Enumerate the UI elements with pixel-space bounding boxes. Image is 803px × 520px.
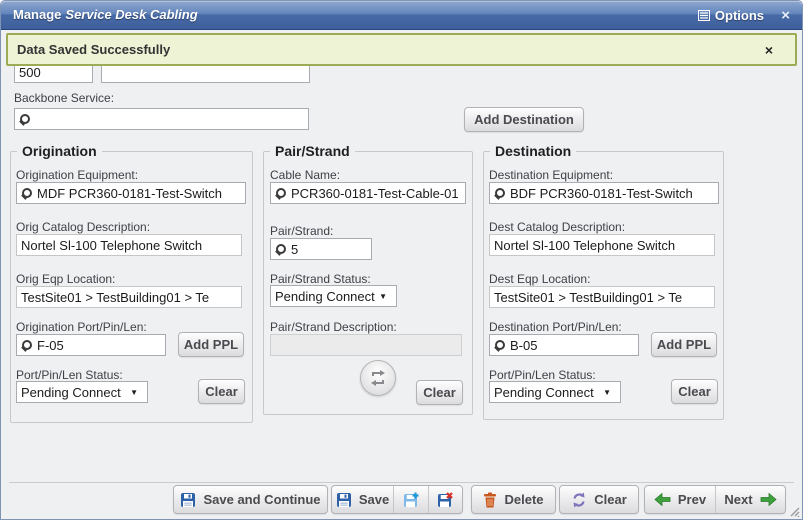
- backbone-service-input[interactable]: [14, 108, 309, 130]
- options-list-icon: [698, 10, 710, 21]
- swap-icon: [369, 369, 387, 387]
- save-button-group: Save: [331, 485, 463, 514]
- destination-equipment-input[interactable]: BDF PCR360-0181-Test-Switch: [489, 182, 719, 204]
- pair-strand-status-dropdown[interactable]: Pending Connect ▼: [270, 285, 397, 307]
- dest-ppl-status-label: Port/Pin/Len Status:: [489, 368, 596, 382]
- dest-catalog-description-field: Nortel Sl-100 Telephone Switch: [489, 234, 715, 256]
- options-button[interactable]: Options: [698, 1, 764, 29]
- pair-strand-status-label: Pair/Strand Status:: [270, 272, 371, 286]
- pair-strand-description-input: [270, 334, 462, 356]
- origination-equipment-input[interactable]: MDF PCR360-0181-Test-Switch: [16, 182, 246, 204]
- cable-name-label: Cable Name:: [270, 168, 340, 182]
- pair-strand-input[interactable]: 5: [270, 238, 372, 260]
- dest-ppl-status-dropdown[interactable]: Pending Connect ▼: [489, 381, 621, 403]
- origination-ppl-label: Origination Port/Pin/Len:: [16, 320, 147, 334]
- search-icon: [19, 114, 30, 125]
- next-arrow-icon: [760, 493, 777, 506]
- title-bar: ManageService Desk Cabling Options ×: [1, 1, 802, 30]
- pair-strand-description-label: Pair/Strand Description:: [270, 320, 397, 334]
- chevron-down-icon: ▼: [130, 388, 138, 397]
- origination-equipment-label: Origination Equipment:: [16, 168, 138, 182]
- save-close-icon: [437, 492, 453, 508]
- save-and-continue-button[interactable]: Save and Continue: [173, 485, 328, 514]
- origination-ppl-input[interactable]: F-05: [16, 334, 166, 356]
- options-label: Options: [715, 8, 764, 23]
- prev-arrow-icon: [654, 493, 671, 506]
- close-icon[interactable]: ×: [781, 1, 790, 29]
- search-icon: [21, 188, 32, 199]
- save-new-button[interactable]: [393, 486, 427, 513]
- resize-grip-icon[interactable]: [787, 504, 800, 517]
- orig-catalog-description-field: Nortel Sl-100 Telephone Switch: [16, 234, 242, 256]
- alert-message: Data Saved Successfully: [17, 42, 170, 57]
- success-alert: Data Saved Successfully ×: [6, 33, 797, 66]
- delete-icon: [483, 492, 497, 508]
- search-icon: [494, 188, 505, 199]
- save-icon: [336, 492, 352, 508]
- backbone-service-label: Backbone Service:: [14, 91, 114, 105]
- dest-eqp-location-label: Dest Eqp Location:: [489, 272, 590, 286]
- cable-name-input[interactable]: PCR360-0181-Test-Cable-01: [270, 182, 466, 204]
- orig-ppl-status-dropdown[interactable]: Pending Connect ▼: [16, 381, 148, 403]
- save-new-icon: [403, 492, 419, 508]
- search-icon: [275, 244, 286, 255]
- pair-strand-label: Pair/Strand:: [270, 224, 333, 238]
- dest-add-ppl-button[interactable]: Add PPL: [651, 332, 717, 357]
- orig-ppl-status-label: Port/Pin/Len Status:: [16, 368, 123, 382]
- orig-clear-button[interactable]: Clear: [198, 379, 245, 404]
- search-icon: [21, 340, 32, 351]
- dest-catalog-description-label: Dest Catalog Description:: [489, 220, 625, 234]
- search-icon: [275, 188, 286, 199]
- destination-equipment-label: Destination Equipment:: [489, 168, 613, 182]
- next-button[interactable]: Next: [715, 486, 785, 513]
- dest-eqp-location-field: TestSite01 > TestBuilding01 > Te: [489, 286, 715, 308]
- orig-add-ppl-button[interactable]: Add PPL: [178, 332, 244, 357]
- destination-ppl-input[interactable]: B-05: [489, 334, 639, 356]
- save-button[interactable]: Save: [332, 486, 393, 513]
- pair-strand-section: Pair/Strand Cable Name: PCR360-0181-Test…: [263, 151, 473, 415]
- dest-clear-button[interactable]: Clear: [671, 379, 718, 404]
- prev-button[interactable]: Prev: [645, 486, 715, 513]
- destination-section: Destination Destination Equipment: BDF P…: [483, 151, 724, 420]
- footer-divider: [9, 482, 794, 483]
- swap-button[interactable]: [360, 360, 396, 396]
- alert-close-icon[interactable]: ×: [765, 42, 773, 58]
- search-icon: [494, 340, 505, 351]
- chevron-down-icon: ▼: [603, 388, 611, 397]
- clear-button[interactable]: Clear: [559, 485, 639, 514]
- orig-eqp-location-label: Orig Eqp Location:: [16, 272, 115, 286]
- orig-catalog-description-label: Orig Catalog Description:: [16, 220, 150, 234]
- save-icon: [180, 492, 196, 508]
- pair-strand-clear-button[interactable]: Clear: [416, 380, 463, 405]
- origination-section: Origination Origination Equipment: MDF P…: [10, 151, 253, 423]
- page-title: ManageService Desk Cabling: [13, 1, 198, 29]
- delete-button[interactable]: Delete: [471, 485, 556, 514]
- prev-next-button-group: Prev Next: [644, 485, 786, 514]
- destination-ppl-label: Destination Port/Pin/Len:: [489, 320, 622, 334]
- origination-legend: Origination: [17, 143, 102, 159]
- clear-icon: [571, 492, 587, 508]
- destination-legend: Destination: [490, 143, 576, 159]
- pair-strand-legend: Pair/Strand: [270, 143, 355, 159]
- add-destination-button[interactable]: Add Destination: [464, 107, 584, 132]
- orig-eqp-location-field: TestSite01 > TestBuilding01 > Te: [16, 286, 242, 308]
- save-close-button[interactable]: [428, 486, 462, 513]
- chevron-down-icon: ▼: [379, 292, 387, 301]
- manage-cabling-dialog: ManageService Desk Cabling Options × 500…: [0, 0, 803, 520]
